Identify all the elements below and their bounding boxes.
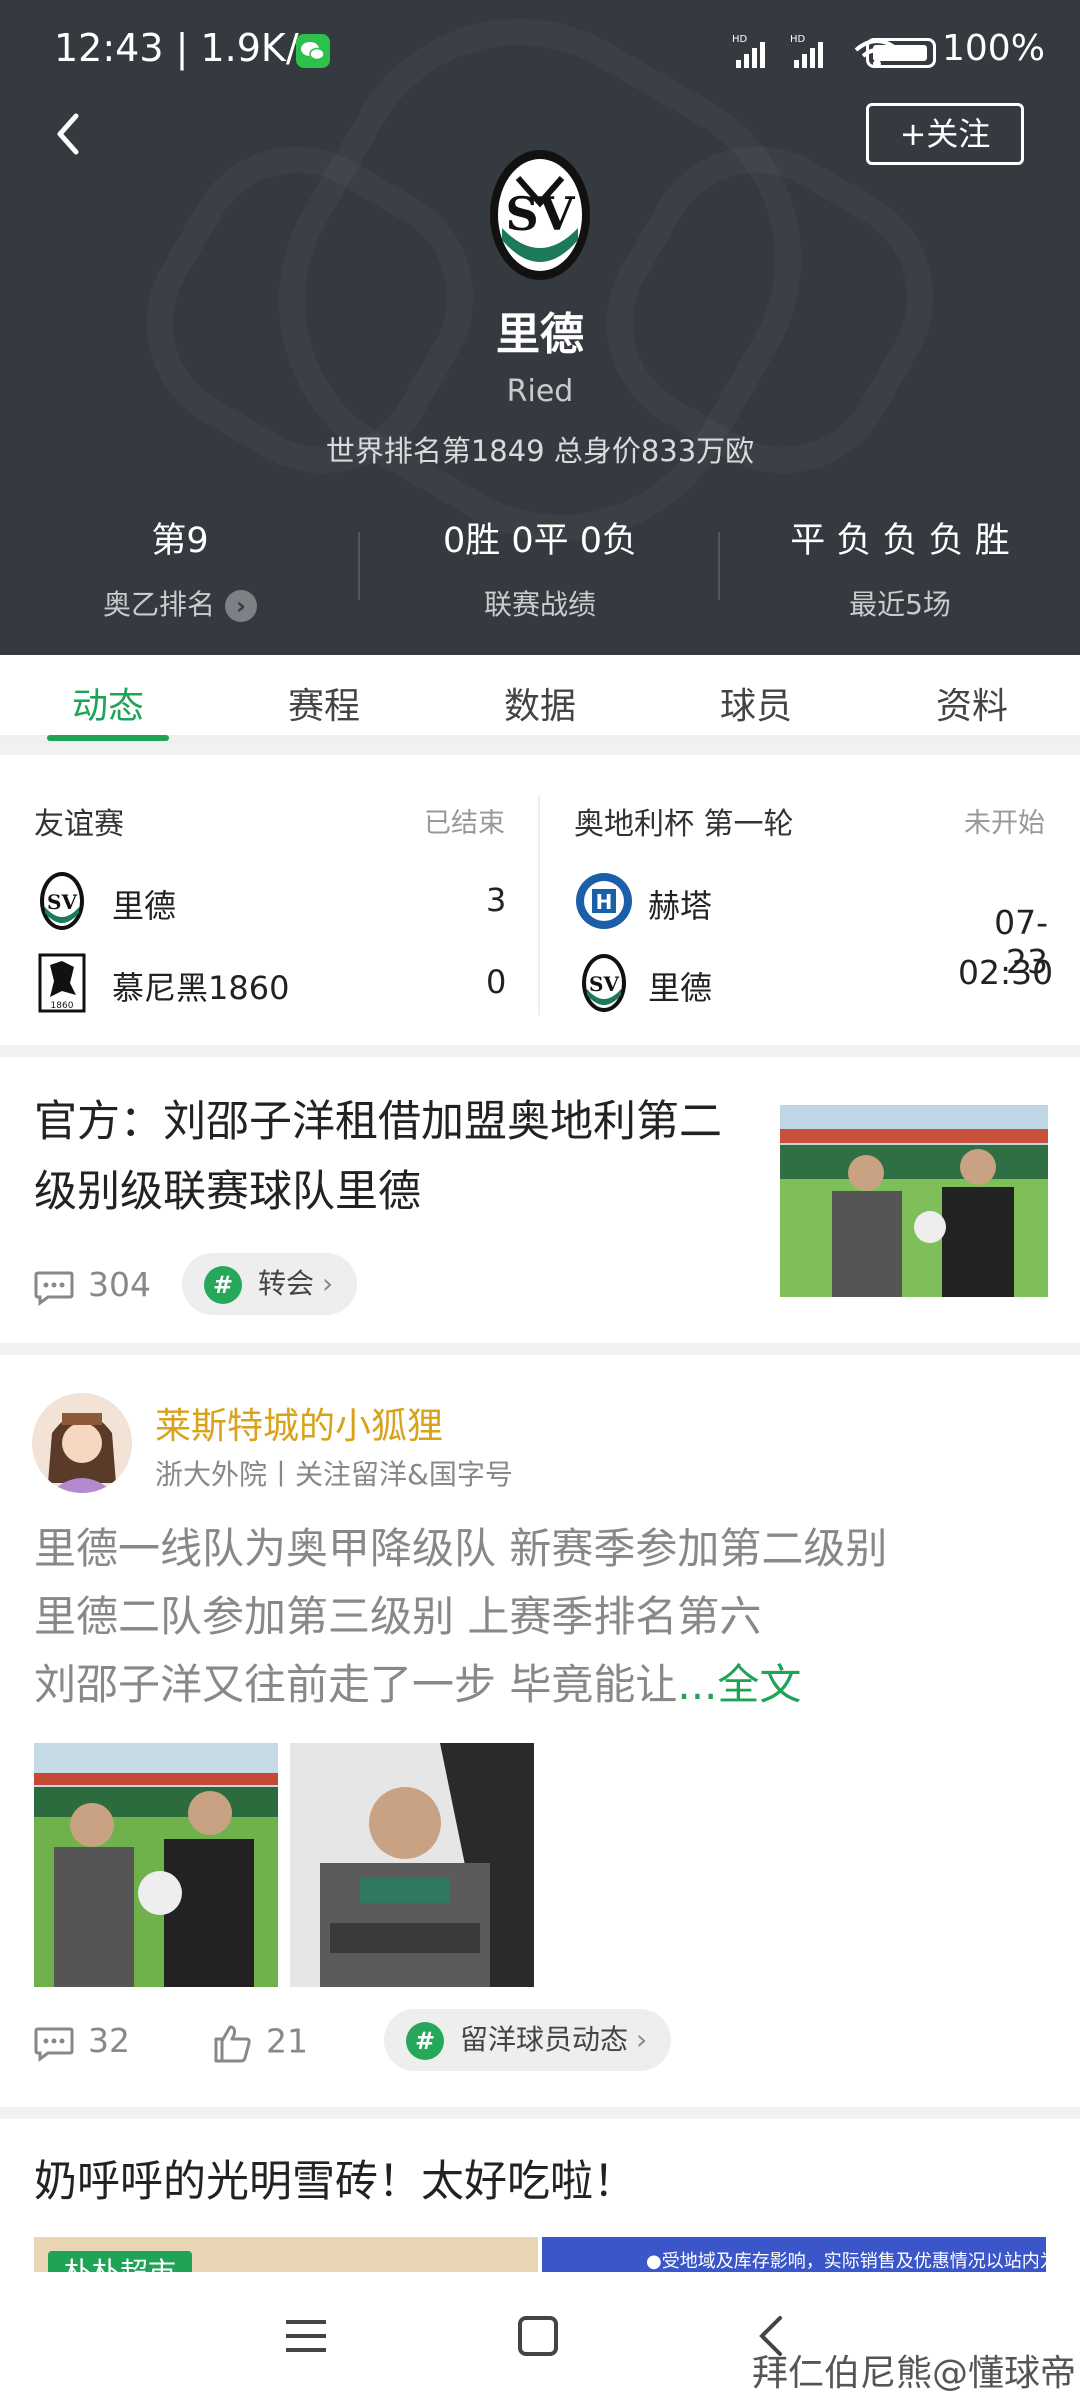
comment-count-value: 32	[88, 2021, 130, 2060]
match-team-row: 1860 慕尼黑1860 0	[38, 953, 508, 1013]
post-line: 刘邵子洋又往前走了一步 毕竟能让	[34, 1660, 678, 1709]
like-count: 21	[266, 2021, 308, 2061]
match-cup[interactable]: 奥地利杯 第一轮 未开始 H 赫塔 SV 里德	[540, 755, 1080, 1045]
tag-transfer[interactable]: # 转会 ›	[182, 1253, 358, 1315]
news-title: 官方：刘邵子洋租借加盟奥地利第二级别级联赛球队里德	[34, 1097, 722, 1217]
read-more-link[interactable]: ...全文	[677, 1660, 801, 1709]
tab-info[interactable]: 资料	[864, 677, 1080, 729]
post-card[interactable]: 莱斯特城的小狐狸 浙大外院丨关注留洋&国字号 里德一线队为奥甲降级队 新赛季参加…	[0, 1355, 1080, 2107]
wechat-icon	[296, 34, 330, 68]
tab-data[interactable]: 数据	[432, 677, 648, 729]
hashtag-icon: #	[204, 1266, 242, 1304]
watermark: 拜仁伯尼熊@懂球帝	[752, 2353, 1077, 2394]
svg-text:SV: SV	[506, 187, 576, 241]
post-line: 里德一线队为奥甲降级队 新赛季参加第二级别	[34, 1524, 888, 1573]
back-button[interactable]	[48, 104, 88, 164]
screen: { "status_bar": {"time": "12:43 | 1.9K/s…	[0, 0, 1080, 2400]
chevron-right-icon: ›	[636, 2023, 648, 2056]
ad-note: ●受地域及库存影响，实际销售及优惠情况以站内为准●	[646, 2251, 1046, 2272]
chevron-left-icon	[57, 113, 79, 155]
away-score: 0	[486, 963, 507, 1001]
like-button[interactable]: 21	[210, 2021, 308, 2065]
svg-text:HD: HD	[732, 34, 748, 45]
away-team-name: 里德	[648, 969, 713, 1007]
svg-text:1860: 1860	[51, 1001, 74, 1011]
league-record-stat: 0胜 0平 0负 联赛战绩	[360, 512, 720, 623]
league-rank-stat[interactable]: 第9 奥乙排名 ›	[0, 512, 360, 623]
news-card[interactable]: 官方：刘邵子洋租借加盟奥地利第二级别级联赛球队里德 304 # 转会 ›	[0, 1057, 1080, 1343]
author-subtitle: 浙大外院丨关注留洋&国字号	[155, 1458, 513, 1491]
comment-icon	[34, 1271, 74, 1306]
tab-indicator	[47, 735, 169, 741]
match-friendly[interactable]: 友谊赛 已结束 SV 里德 3 1860 慕尼黑1860 0	[0, 755, 538, 1045]
team-header: 12:43 | 1.9K/s HD HD 100% +关注 SV 里德 Ried…	[0, 0, 1080, 655]
league-record-value: 0胜 0平 0负	[442, 521, 638, 561]
munich1860-logo: 1860	[38, 953, 86, 1013]
league-record-label: 联赛战绩	[483, 588, 596, 621]
svg-text:SV: SV	[47, 890, 77, 914]
league-rank-value: 第9	[151, 521, 209, 561]
svg-text:HD: HD	[790, 34, 806, 45]
team-logo: SV	[490, 150, 590, 280]
hashtag-icon: #	[406, 2022, 444, 2060]
recent-form-label: 最近5场	[849, 588, 951, 621]
away-team-name: 慕尼黑1860	[112, 969, 290, 1007]
home-team-name: 里德	[112, 887, 177, 925]
recent-form-stat: 平 负 负 负 胜 最近5场	[720, 512, 1080, 623]
home-team-name: 赫塔	[648, 887, 713, 925]
match-competition: 友谊赛	[34, 807, 124, 842]
tab-dynamics[interactable]: 动态	[0, 677, 216, 729]
match-status: 未开始	[964, 808, 1045, 839]
match-status: 已结束	[424, 808, 505, 839]
match-time: 02:30	[958, 953, 1054, 992]
tab-bar: 动态 赛程 数据 球员 资料	[0, 655, 1080, 745]
team-name-en: Ried	[506, 374, 574, 409]
avatar[interactable]	[32, 1393, 132, 1493]
ried-logo: SV	[40, 872, 84, 930]
league-rank-label: 奥乙排名	[102, 588, 215, 621]
match-team-row: SV 里德 3	[38, 871, 508, 931]
thumbs-up-icon	[214, 2025, 251, 2063]
tag-label: 留洋球员动态	[460, 2023, 629, 2056]
author-name[interactable]: 莱斯特城的小狐狸	[155, 1397, 443, 1449]
ried-logo: SV	[582, 954, 626, 1012]
world-rank-value: 世界排名第1849 总身价833万欧	[325, 434, 755, 468]
tab-players[interactable]: 球员	[648, 677, 864, 729]
home-icon[interactable]	[516, 2314, 560, 2358]
match-card: 友谊赛 已结束 SV 里德 3 1860 慕尼黑1860 0 奥地利杯 第一轮 …	[0, 755, 1080, 1045]
post-image[interactable]	[34, 1743, 278, 1987]
match-team-row: H 赫塔	[574, 871, 974, 931]
chevron-right-icon: ›	[322, 1267, 334, 1300]
hertha-logo: H	[576, 873, 632, 929]
home-score: 3	[486, 881, 507, 919]
follow-button[interactable]: +关注	[866, 103, 1024, 165]
status-time: 12:43 | 1.9K/s	[54, 26, 319, 70]
tag-label: 转会	[258, 1267, 315, 1300]
battery-percent: 100%	[942, 28, 1045, 69]
battery-icon	[866, 38, 936, 68]
svg-text:SV: SV	[589, 972, 619, 996]
recent-form-value: 平 负 负 负 胜	[790, 521, 1010, 561]
comment-count[interactable]: 304	[32, 1265, 151, 1307]
team-name: 里德	[496, 309, 584, 360]
status-bar: 12:43 | 1.9K/s HD HD 100%	[0, 0, 1080, 100]
news-image	[780, 1105, 1048, 1297]
ad-title: 奶呼呼的光明雪砖！太好吃啦！	[34, 2157, 636, 2207]
menu-icon[interactable]	[282, 2316, 330, 2356]
tab-schedule[interactable]: 赛程	[216, 677, 432, 729]
post-image[interactable]	[290, 1743, 534, 1987]
ad-card[interactable]: 奶呼呼的光明雪砖！太好吃啦！ 朴朴超市 ●受地域及库存影响，实际销售及优惠情况以…	[0, 2119, 1080, 2297]
comment-icon	[34, 2027, 74, 2062]
post-body[interactable]: 里德一线队为奥甲降级队 新赛季参加第二级别 里德二队参加第三级别 上赛季排名第六…	[34, 1515, 1054, 1719]
tag-overseas-players[interactable]: # 留洋球员动态 ›	[384, 2009, 672, 2071]
match-competition: 奥地利杯 第一轮	[574, 807, 794, 842]
chevron-right-icon: ›	[225, 590, 257, 622]
match-team-row: SV 里德	[580, 953, 980, 1013]
comment-count-value: 304	[88, 1265, 151, 1304]
svg-text:H: H	[596, 890, 613, 914]
post-line: 里德二队参加第三级别 上赛季排名第六	[34, 1592, 762, 1641]
comment-count[interactable]: 32	[32, 2021, 130, 2063]
